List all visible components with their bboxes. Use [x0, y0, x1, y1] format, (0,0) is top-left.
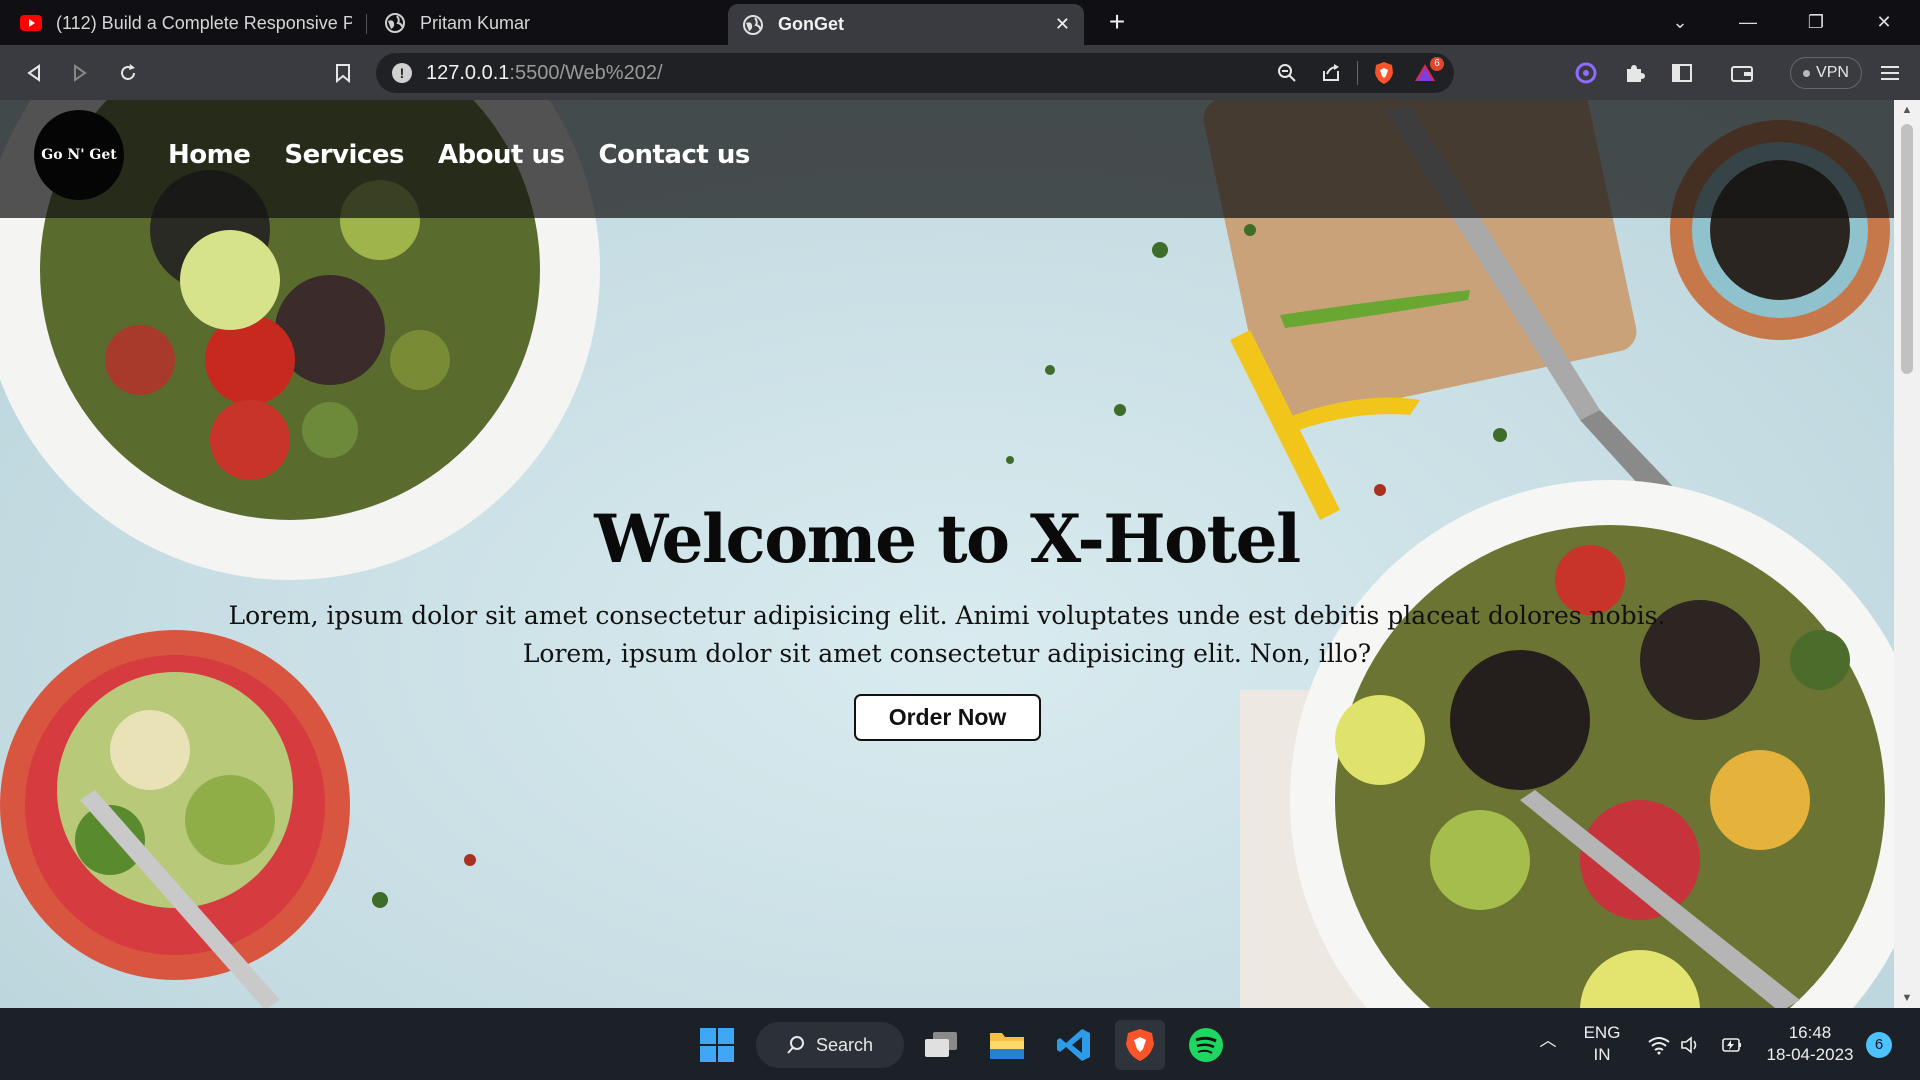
tab-search-chevron-icon[interactable]: ⌄ [1646, 0, 1714, 45]
tab-pritam-kumar[interactable]: Pritam Kumar [370, 4, 725, 42]
tab-gonget[interactable]: GonGet ✕ [728, 4, 1084, 45]
site-navbar: Go N' Get Home Services About us Contact… [0, 100, 1894, 218]
hero-line-2: Lorem, ipsum dolor sit amet consectetur … [522, 639, 1372, 668]
wallet-icon[interactable] [1724, 55, 1760, 91]
site-logo[interactable]: Go N' Get [34, 110, 124, 200]
hero-description: Lorem, ipsum dolor sit amet consectetur … [0, 597, 1894, 673]
brave-taskbar-icon[interactable] [1115, 1020, 1165, 1070]
address-bar[interactable]: ! 127.0.0.1:5500/Web%202/ 6 [376, 53, 1454, 93]
file-explorer-icon[interactable] [982, 1020, 1032, 1070]
sidebar-icon[interactable] [1664, 55, 1700, 91]
site-info-icon[interactable]: ! [392, 63, 412, 83]
zoom-icon[interactable] [1269, 55, 1305, 91]
nav-services-link[interactable]: Services [284, 140, 404, 170]
notification-badge[interactable]: 6 [1866, 1032, 1892, 1058]
vpn-status-dot [1803, 69, 1811, 77]
bookmark-icon[interactable] [325, 55, 361, 91]
tab-title: GonGet [778, 14, 844, 34]
new-tab-button[interactable]: + [1100, 6, 1134, 40]
close-window-button[interactable]: ✕ [1850, 0, 1918, 45]
hero-line-1: Lorem, ipsum dolor sit amet consectetur … [228, 601, 1666, 630]
restore-button[interactable]: ❐ [1782, 0, 1850, 45]
scrollbar-thumb[interactable] [1901, 124, 1913, 374]
youtube-icon [20, 12, 42, 34]
scroll-up-arrow-icon[interactable]: ▲ [1894, 100, 1920, 120]
back-button[interactable] [16, 55, 52, 91]
browser-toolbar: ! 127.0.0.1:5500/Web%202/ 6 VPN [0, 45, 1920, 100]
site-nav: Home Services About us Contact us [168, 140, 750, 170]
windows-taskbar: Search ︿ ENG IN 16:48 18-04-2023 [0, 1008, 1920, 1080]
search-icon [787, 1036, 804, 1054]
close-tab-icon[interactable]: ✕ [1055, 14, 1070, 35]
order-now-button[interactable]: Order Now [854, 694, 1041, 741]
page-scrollbar[interactable]: ▲ ▼ [1894, 100, 1920, 1008]
share-icon[interactable] [1313, 55, 1349, 91]
scroll-down-arrow-icon[interactable]: ▼ [1894, 988, 1920, 1008]
clock[interactable]: 16:48 18-04-2023 [1760, 1022, 1860, 1066]
brave-shields-icon[interactable] [1366, 55, 1402, 91]
nav-contact-link[interactable]: Contact us [599, 140, 751, 170]
vscode-icon[interactable] [1049, 1020, 1099, 1070]
tab-divider [366, 14, 367, 34]
battery-icon[interactable] [1716, 1020, 1746, 1070]
hero-title: Welcome to X-Hotel [594, 500, 1301, 578]
globe-icon [384, 12, 406, 34]
extensions-icon[interactable] [1616, 55, 1652, 91]
task-view-icon[interactable] [916, 1020, 966, 1070]
nav-home-link[interactable]: Home [168, 140, 251, 170]
tray-chevron-icon[interactable]: ︿ [1536, 1030, 1560, 1052]
spotify-icon[interactable] [1181, 1020, 1231, 1070]
url-text: 127.0.0.1:5500/Web%202/ [426, 61, 663, 84]
leo-ai-icon[interactable] [1568, 55, 1604, 91]
tab-youtube[interactable]: (112) Build a Complete Responsive Per [6, 4, 366, 42]
minimize-button[interactable]: — [1714, 0, 1782, 45]
tab-title: (112) Build a Complete Responsive Per [56, 12, 352, 33]
wifi-icon[interactable] [1644, 1020, 1674, 1070]
brave-rewards-icon[interactable]: 6 [1408, 55, 1444, 91]
windows-start-icon[interactable] [692, 1020, 742, 1070]
vpn-button[interactable]: VPN [1790, 57, 1862, 89]
divider [1357, 61, 1358, 85]
nav-about-link[interactable]: About us [438, 140, 565, 170]
browser-tab-strip: (112) Build a Complete Responsive Per Pr… [0, 0, 1920, 45]
globe-icon [742, 14, 764, 36]
language-indicator[interactable]: ENG IN [1578, 1022, 1626, 1066]
tab-title: Pritam Kumar [420, 12, 531, 33]
taskbar-search-button[interactable]: Search [756, 1022, 904, 1068]
volume-icon[interactable] [1676, 1020, 1706, 1070]
page-viewport: Go N' Get Home Services About us Contact… [0, 100, 1920, 1008]
reload-button[interactable] [110, 55, 146, 91]
rewards-badge: 6 [1430, 57, 1444, 71]
forward-button[interactable] [62, 55, 98, 91]
menu-icon[interactable] [1872, 55, 1908, 91]
